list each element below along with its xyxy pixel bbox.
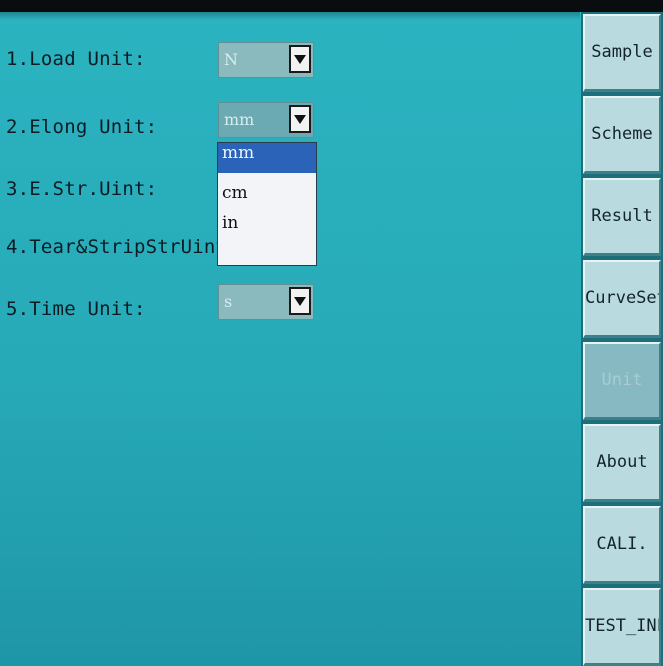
sidebar-item-unit[interactable]: Unit bbox=[583, 342, 661, 420]
load-unit-label: 1.Load Unit: bbox=[6, 48, 146, 70]
elong-unit-dropdown-button[interactable] bbox=[289, 105, 311, 133]
sidebar-item-label: CALI. bbox=[596, 534, 648, 554]
time-unit-label: 5.Time Unit: bbox=[6, 298, 146, 320]
sidebar-item-curveset[interactable]: CurveSet bbox=[583, 260, 661, 338]
sidebar-item-cali[interactable]: CALI. bbox=[583, 506, 661, 584]
sidebar-item-sample[interactable]: Sample bbox=[583, 14, 661, 92]
e-str-unit-label: 3.E.Str.Uint: bbox=[6, 178, 158, 200]
screen-top-shadow bbox=[0, 12, 580, 20]
load-unit-dropdown-button[interactable] bbox=[289, 45, 311, 73]
sidebar-item-test-inf[interactable]: TEST_INF bbox=[583, 588, 661, 666]
sidebar-item-label: Sample bbox=[591, 42, 653, 62]
time-unit-value: s bbox=[224, 292, 233, 311]
sidebar-item-label: About bbox=[596, 452, 648, 472]
sidebar-item-about[interactable]: About bbox=[583, 424, 661, 502]
sidebar-item-label: Result bbox=[591, 206, 653, 226]
unit-settings-screen: 1.Load Unit: N 2.Elong Unit: mm 3.E.Str.… bbox=[0, 12, 663, 666]
sidebar-item-label: CurveSet bbox=[585, 288, 661, 308]
elong-unit-value: mm bbox=[224, 110, 255, 129]
load-unit-select[interactable]: N bbox=[218, 42, 314, 78]
elong-unit-select[interactable]: mm bbox=[218, 102, 314, 138]
load-unit-value: N bbox=[224, 50, 238, 69]
triangle-down-icon bbox=[294, 115, 306, 124]
tear-strip-str-unit-label: 4.Tear&StripStrUint: bbox=[6, 236, 239, 258]
dropdown-option-in[interactable]: in bbox=[218, 213, 316, 243]
time-unit-select[interactable]: s bbox=[218, 284, 314, 320]
triangle-down-icon bbox=[294, 55, 306, 64]
sidebar-item-label: TEST_INF bbox=[585, 616, 661, 636]
dropdown-option-cm[interactable]: cm bbox=[218, 183, 316, 213]
sidebar-item-result[interactable]: Result bbox=[583, 178, 661, 256]
dropdown-option-mm[interactable]: mm bbox=[218, 143, 316, 173]
side-navigation: Sample Scheme Result CurveSet Unit About… bbox=[581, 12, 663, 666]
triangle-down-icon bbox=[294, 297, 306, 306]
sidebar-item-label: Scheme bbox=[591, 124, 653, 144]
elong-unit-dropdown-list: mm cm in bbox=[217, 142, 317, 266]
elong-unit-label: 2.Elong Unit: bbox=[6, 116, 158, 138]
sidebar-item-label: Unit bbox=[601, 370, 643, 390]
time-unit-dropdown-button[interactable] bbox=[289, 287, 311, 315]
sidebar-item-scheme[interactable]: Scheme bbox=[583, 96, 661, 174]
